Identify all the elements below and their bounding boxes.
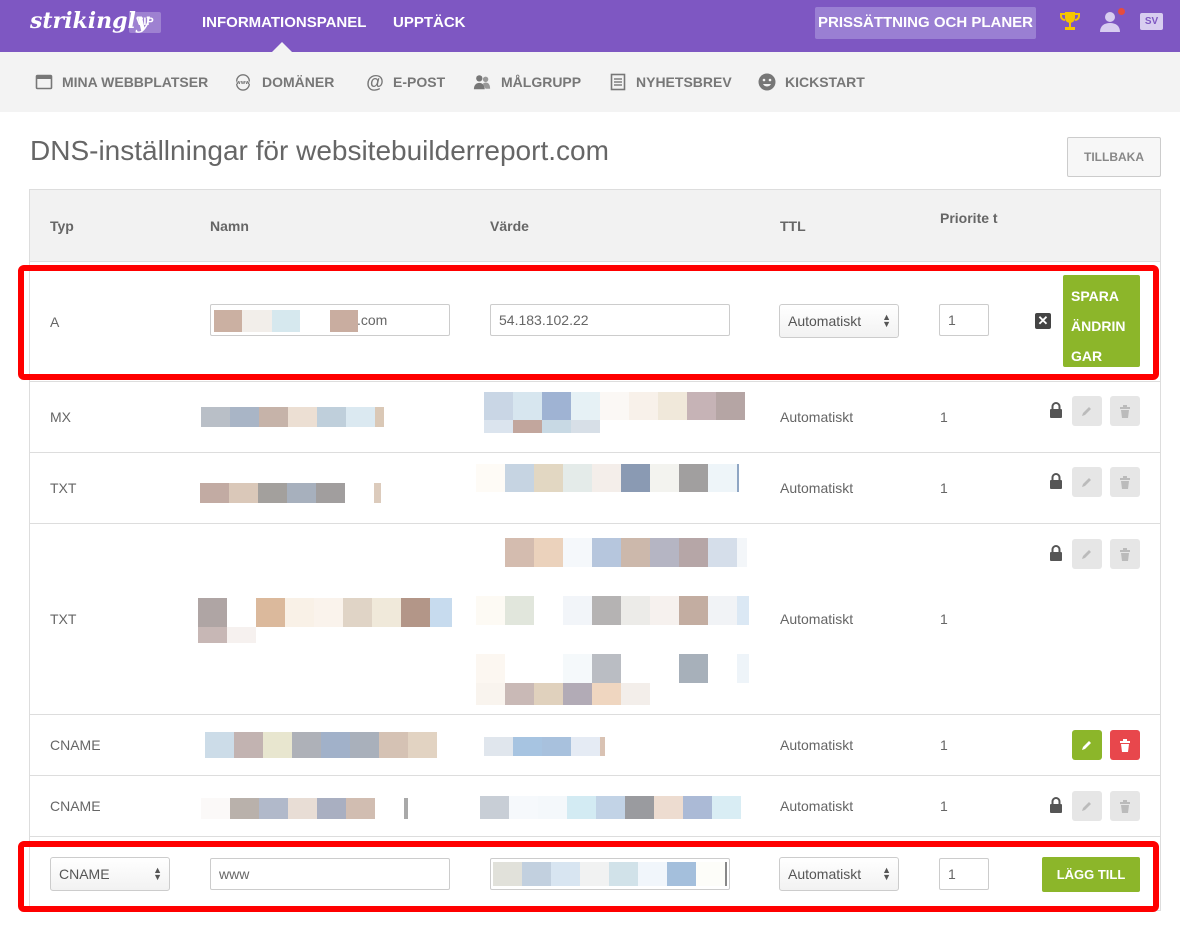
- top-bar: strikingly VIP INFORMATIONSPANEL UPPTÄCK…: [0, 0, 1180, 52]
- trash-icon: [1120, 738, 1130, 752]
- lock-icon: [1050, 473, 1062, 489]
- lock-icon: [1050, 797, 1062, 813]
- table-row: TXT Automatiskt 1: [30, 524, 1160, 715]
- record-priority: 1: [940, 798, 948, 814]
- table-row: MX Automatiskt 1: [30, 382, 1160, 453]
- blurred-name: [198, 598, 452, 627]
- header-priority: Priorite t: [940, 210, 998, 226]
- blurred-name: [200, 483, 381, 503]
- subnav-email[interactable]: @ E-POST: [366, 52, 445, 112]
- language-selector[interactable]: SV: [1140, 13, 1163, 30]
- blurred-name: [205, 732, 437, 758]
- header-name: Namn: [210, 218, 249, 234]
- record-ttl: Automatiskt: [780, 611, 854, 627]
- sub-navigation: MINA WEBBPLATSER www DOMÄNER @ E-POST MÅ…: [0, 52, 1180, 112]
- header-value: Värde: [490, 218, 529, 234]
- record-ttl: Automatiskt: [780, 798, 854, 814]
- edit-button[interactable]: [1072, 396, 1102, 426]
- www-icon: www: [233, 73, 253, 91]
- subnav-label: E-POST: [393, 74, 446, 90]
- blurred-value: [484, 392, 745, 420]
- blurred-value: [476, 464, 739, 492]
- subnav-newsletter[interactable]: NYHETSBREV: [609, 52, 732, 112]
- highlight-add-row: [18, 841, 1159, 912]
- blurred-value: [484, 737, 605, 756]
- header-ttl: TTL: [780, 218, 806, 234]
- blurred-value: [476, 654, 749, 683]
- blurred-value: [484, 420, 600, 433]
- lock-icon: [1050, 402, 1062, 418]
- record-type: TXT: [50, 611, 77, 627]
- blurred-value: [480, 796, 741, 819]
- pencil-icon: [1082, 478, 1091, 487]
- record-ttl: Automatiskt: [780, 480, 854, 496]
- subnav-label: NYHETSBREV: [636, 74, 732, 90]
- edit-button[interactable]: [1072, 791, 1102, 821]
- lock-icon: [1050, 545, 1062, 561]
- blurred-name: [201, 407, 384, 427]
- record-type: CNAME: [50, 737, 101, 753]
- at-icon: @: [366, 72, 384, 92]
- subnav-label: DOMÄNER: [262, 74, 335, 90]
- record-priority: 1: [940, 611, 948, 627]
- svg-text:www: www: [236, 80, 250, 86]
- back-button[interactable]: TILLBAKA: [1067, 137, 1161, 177]
- highlight-edit-row: [18, 265, 1159, 380]
- record-priority: 1: [940, 480, 948, 496]
- blurred-value: [505, 538, 747, 567]
- table-row: CNAME Automatiskt 1: [30, 776, 1160, 837]
- subnav-audience[interactable]: MÅLGRUPP: [472, 52, 581, 112]
- delete-button[interactable]: [1110, 396, 1140, 426]
- vip-badge: VIP: [129, 12, 161, 33]
- pencil-icon: [1082, 407, 1091, 416]
- delete-button[interactable]: [1110, 467, 1140, 497]
- table-header: Typ Namn Värde TTL Priorite t: [30, 190, 1160, 262]
- trophy-icon[interactable]: [1060, 10, 1080, 32]
- subnav-kickstart[interactable]: KICKSTART: [758, 52, 865, 112]
- trash-icon: [1120, 404, 1130, 418]
- record-priority: 1: [940, 409, 948, 425]
- notification-dot: [1118, 8, 1125, 15]
- edit-button[interactable]: [1072, 467, 1102, 497]
- table-row: CNAME Automatiskt 1: [30, 715, 1160, 776]
- newsletter-icon: [609, 73, 627, 91]
- subnav-label: MÅLGRUPP: [501, 74, 582, 90]
- browser-window-icon: [35, 73, 53, 91]
- delete-button[interactable]: [1110, 539, 1140, 569]
- subnav-label: MINA WEBBPLATSER: [62, 74, 209, 90]
- record-type: TXT: [50, 480, 77, 496]
- page-title: DNS-inställningar för websitebuilderrepo…: [30, 135, 609, 166]
- subnav-my-sites[interactable]: MINA WEBBPLATSER: [35, 52, 208, 112]
- record-ttl: Automatiskt: [780, 409, 854, 425]
- subnav-label: KICKSTART: [785, 74, 865, 90]
- active-nav-caret: [272, 42, 292, 52]
- table-row: TXT Automatiskt 1: [30, 453, 1160, 524]
- blurred-value: [476, 683, 650, 705]
- record-type: CNAME: [50, 798, 101, 814]
- record-type: MX: [50, 409, 71, 425]
- pencil-icon: [1082, 741, 1091, 750]
- header-type: Typ: [50, 218, 74, 234]
- trash-icon: [1120, 547, 1130, 561]
- record-priority: 1: [940, 737, 948, 753]
- trash-icon: [1120, 475, 1130, 489]
- blurred-name: [198, 627, 256, 643]
- delete-button[interactable]: [1110, 791, 1140, 821]
- pencil-icon: [1082, 802, 1091, 811]
- subnav-domains[interactable]: www DOMÄNER: [233, 52, 334, 112]
- delete-button[interactable]: [1110, 730, 1140, 760]
- nav-discover[interactable]: UPPTÄCK: [393, 0, 466, 52]
- edit-button[interactable]: [1072, 539, 1102, 569]
- edit-button[interactable]: [1072, 730, 1102, 760]
- pencil-icon: [1082, 550, 1091, 559]
- pricing-button[interactable]: PRISSÄTTNING OCH PLANER: [815, 7, 1036, 39]
- smiley-icon: [758, 73, 776, 91]
- blurred-value: [476, 596, 749, 625]
- record-ttl: Automatiskt: [780, 737, 854, 753]
- blurred-name: [201, 798, 408, 819]
- users-icon: [472, 73, 492, 91]
- trash-icon: [1120, 799, 1130, 813]
